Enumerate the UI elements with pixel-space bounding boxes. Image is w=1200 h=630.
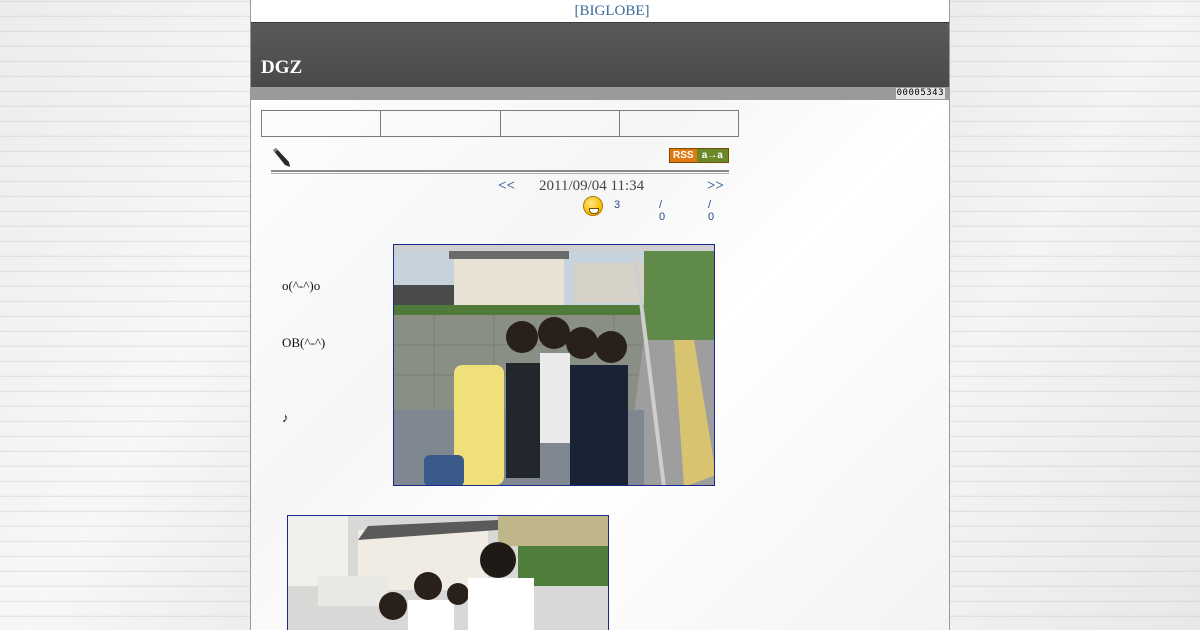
nav-cell-3[interactable] xyxy=(501,111,620,136)
blog-page: [BIGLOBE] DGZ 00005343 RSS a→a << 2011/0… xyxy=(250,0,950,630)
post-line-2: OB(^-^) xyxy=(282,335,326,350)
comment-count[interactable]: / 0 xyxy=(659,199,665,223)
rss-label: RSS xyxy=(670,149,697,162)
counter-bar: 00005343 xyxy=(251,87,949,100)
post-line-3: ♪ xyxy=(282,410,289,425)
reaction-count[interactable]: 3 xyxy=(614,199,620,211)
blog-title[interactable]: DGZ xyxy=(261,57,302,79)
access-counter: 00005343 xyxy=(895,88,945,99)
photo-2-image xyxy=(288,516,608,630)
rss-reader-label: a→a xyxy=(696,149,728,162)
biglobe-link[interactable]: [BIGLOBE] xyxy=(575,3,650,19)
nav-cell-4[interactable] xyxy=(620,111,738,136)
nav-cell-2[interactable] xyxy=(381,111,501,136)
top-bar: [BIGLOBE] xyxy=(251,0,949,22)
nav-menu xyxy=(261,110,739,137)
nav-cell-1[interactable] xyxy=(262,111,382,136)
blog-header: DGZ xyxy=(251,22,949,87)
prev-post-link[interactable]: << xyxy=(498,178,515,195)
post-photo-2[interactable] xyxy=(287,515,609,630)
rss-badge-icon[interactable]: RSS a→a xyxy=(669,148,729,163)
post-line-1: o(^-^)o xyxy=(282,278,321,293)
trackback-count[interactable]: / 0 xyxy=(708,199,714,223)
divider xyxy=(271,170,729,174)
post-date-nav: << 2011/09/04 11:34 >> xyxy=(271,178,729,196)
next-post-link[interactable]: >> xyxy=(707,178,724,195)
post-date: 2011/09/04 11:34 xyxy=(539,178,645,194)
post-photo-1[interactable] xyxy=(393,244,715,486)
pen-icon xyxy=(273,148,290,167)
smiley-icon[interactable] xyxy=(583,196,603,216)
photo-1-image xyxy=(394,245,714,485)
